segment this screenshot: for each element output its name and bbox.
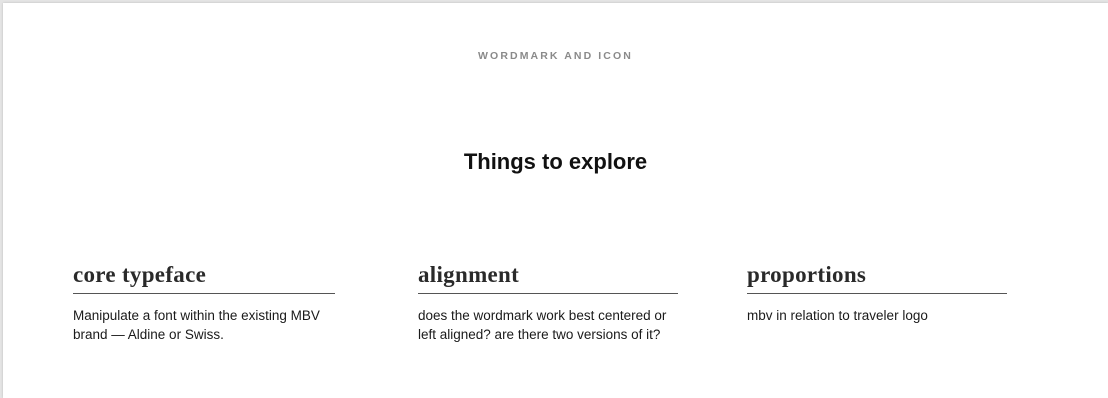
section-eyebrow: WORDMARK AND ICON [478,50,633,62]
explore-column-proportions: proportions mbv in relation to traveler … [747,261,1007,325]
column-title: proportions [747,261,1007,294]
column-title: core typeface [73,261,335,294]
column-body: does the wordmark work best centered or … [418,308,667,342]
column-body: Manipulate a font within the existing MB… [73,308,320,342]
document-page: WORDMARK AND ICON Things to explore core… [3,3,1108,398]
explore-column-alignment: alignment does the wordmark work best ce… [418,261,678,344]
column-title: alignment [418,261,678,294]
explore-column-core-typeface: core typeface Manipulate a font within t… [73,261,335,344]
page-heading: Things to explore [463,149,648,174]
column-body: mbv in relation to traveler logo [747,308,928,323]
